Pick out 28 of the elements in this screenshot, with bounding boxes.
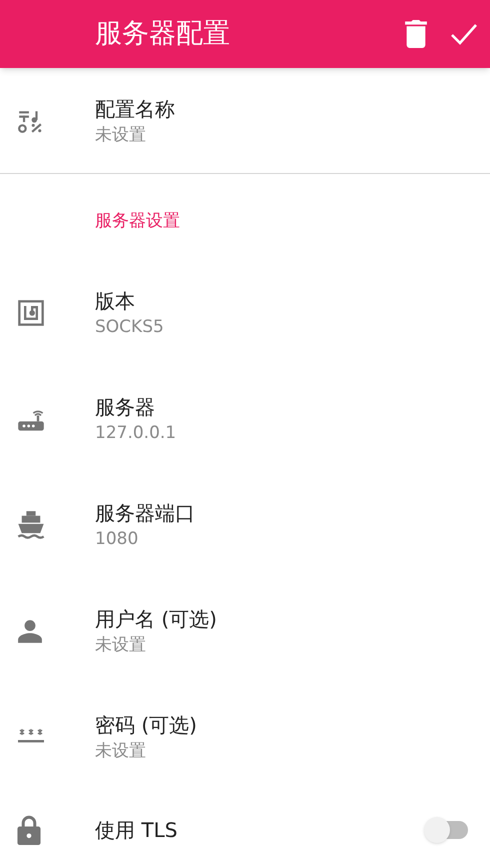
trash-icon <box>404 20 428 48</box>
preference-summary: 未设置 <box>95 740 147 763</box>
lock-icon <box>17 815 41 845</box>
check-icon <box>450 22 478 46</box>
list-item[interactable]: 密码 (可选) 未设置 <box>0 684 490 790</box>
preference-summary: 未设置 <box>95 634 147 657</box>
boat-icon <box>17 510 45 540</box>
preference-title: 服务器 <box>95 394 156 421</box>
preference-summary: 127.0.0.1 <box>95 422 178 445</box>
preference-title: 密码 (可选) <box>95 712 198 739</box>
list-item[interactable]: 使用 TLS <box>0 790 490 862</box>
list-item[interactable]: 服务器端口 1080 <box>0 472 490 578</box>
list-item[interactable]: 版本 SOCKS5 <box>0 260 490 366</box>
app-bar-title: 服务器配置 <box>95 16 230 51</box>
list-item[interactable]: 服务器 127.0.0.1 <box>0 366 490 472</box>
list-item[interactable]: 配置名称 未设置 <box>0 68 490 173</box>
preference-title: 配置名称 <box>95 96 176 122</box>
section-header: 服务器设置 <box>95 210 180 234</box>
preference-summary: SOCKS5 <box>95 316 165 339</box>
preference-summary: 1080 <box>95 528 140 551</box>
preference-title: 用户名 (可选) <box>95 606 218 633</box>
preference-title: 版本 <box>95 288 136 315</box>
list-item[interactable]: 用户名 (可选) 未设置 <box>0 578 490 684</box>
person-icon <box>17 618 43 644</box>
preference-title: 使用 TLS <box>95 817 178 844</box>
preference-title: 服务器端口 <box>95 500 196 527</box>
nfc-icon <box>17 299 45 327</box>
preference-summary: 未设置 <box>95 124 147 146</box>
